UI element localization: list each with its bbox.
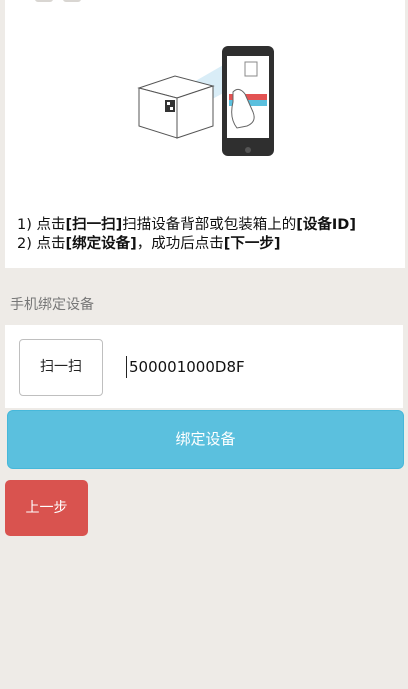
- next-step-highlight: [下一步]: [223, 236, 281, 252]
- bind-highlight: [绑定设备]: [65, 236, 137, 252]
- instruction-card: 1) 点击[扫一扫]扫描设备背部或包装箱上的[设备ID] 2) 点击[绑定设备]…: [5, 0, 405, 268]
- scan-button[interactable]: 扫一扫: [19, 339, 103, 396]
- instruction-text-part: ，成功后点击: [136, 236, 224, 252]
- instruction-text-part: 1) 点击: [17, 217, 66, 233]
- top-control-fragment: [63, 0, 81, 2]
- bind-form-card: 扫一扫: [5, 325, 403, 408]
- top-control-fragment: [35, 0, 53, 2]
- section-title: 手机绑定设备: [10, 297, 94, 313]
- instruction-text: 1) 点击[扫一扫]扫描设备背部或包装箱上的[设备ID] 2) 点击[绑定设备]…: [17, 216, 356, 254]
- previous-step-button[interactable]: 上一步: [5, 480, 88, 536]
- device-id-input[interactable]: [126, 356, 389, 378]
- bind-device-button[interactable]: 绑定设备: [7, 410, 404, 469]
- instruction-text-part: 2) 点击: [17, 236, 66, 252]
- instruction-line-1: 1) 点击[扫一扫]扫描设备背部或包装箱上的[设备ID]: [17, 216, 356, 235]
- device-id-highlight: [设备ID]: [296, 217, 356, 233]
- scan-illustration-icon: [137, 46, 274, 156]
- scan-highlight: [扫一扫]: [65, 217, 123, 233]
- instruction-line-2: 2) 点击[绑定设备]，成功后点击[下一步]: [17, 235, 356, 254]
- instruction-text-part: 扫描设备背部或包装箱上的: [122, 217, 297, 233]
